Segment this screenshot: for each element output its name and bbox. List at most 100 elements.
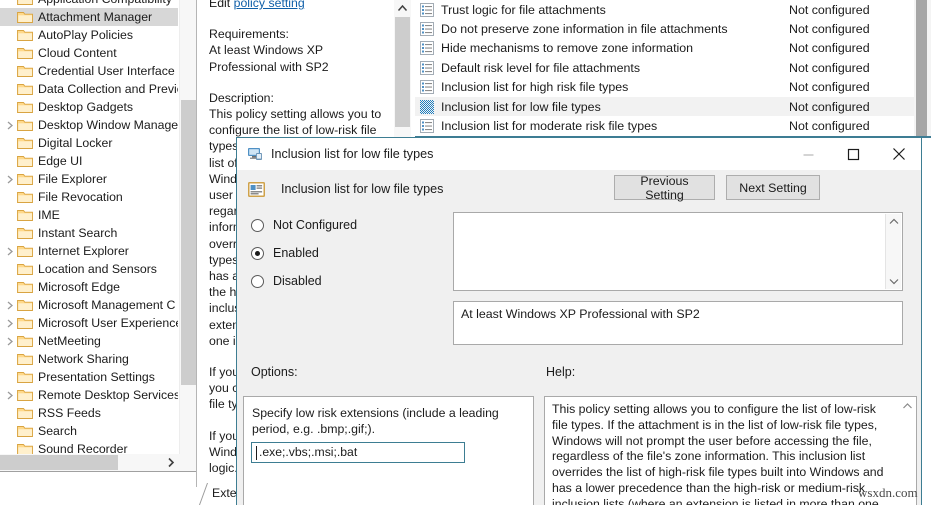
tree-vertical-scrollbar[interactable]: [179, 0, 196, 470]
edit-policy-setting-link[interactable]: policy setting: [234, 0, 305, 10]
folder-icon: [17, 263, 34, 276]
tree-item-label: IME: [38, 208, 60, 222]
policy-name: Do not preserve zone information in file…: [441, 22, 728, 37]
policy-row[interactable]: Do not preserve zone information in file…: [415, 19, 931, 38]
tree-item-rss-feeds[interactable]: RSS Feeds: [0, 404, 178, 422]
chevron-up-icon[interactable]: [394, 0, 411, 17]
folder-icon: [17, 281, 34, 294]
chevron-up-icon[interactable]: [899, 399, 916, 414]
tree-item-attachment-manager[interactable]: Attachment Manager: [0, 8, 178, 26]
policy-state: Not configured: [789, 41, 870, 56]
tree-item-search[interactable]: Search: [0, 422, 178, 440]
tree-item-label: RSS Feeds: [38, 406, 101, 420]
radio-enabled[interactable]: Enabled: [251, 239, 401, 267]
tree-item-netmeeting[interactable]: NetMeeting: [0, 332, 178, 350]
radio-disabled[interactable]: Disabled: [251, 267, 401, 295]
tree-item-ime[interactable]: IME: [0, 206, 178, 224]
folder-icon: [17, 299, 34, 312]
policy-name: Trust logic for file attachments: [441, 2, 606, 17]
low-risk-extensions-input[interactable]: .exe;.vbs;.msi;.bat: [251, 442, 465, 463]
tree-item-location-and-sensors[interactable]: Location and Sensors: [0, 260, 178, 278]
dialog-title-bar[interactable]: Inclusion list for low file types: [237, 138, 921, 170]
tree-item-microsoft-edge[interactable]: Microsoft Edge: [0, 278, 178, 296]
tree-list[interactable]: Application Compatibility Attachment Mana…: [0, 0, 178, 476]
tree-item-microsoft-user-experience[interactable]: Microsoft User Experience: [0, 314, 178, 332]
expand-chevron-icon[interactable]: [2, 121, 17, 130]
options-panel: Specify low risk extensions (include a l…: [243, 396, 534, 505]
folder-icon: [17, 0, 34, 6]
tree-item-internet-explorer[interactable]: Internet Explorer: [0, 242, 178, 260]
policy-settings-list[interactable]: Trust logic for file attachments Not conf…: [415, 0, 931, 136]
policy-row[interactable]: Inclusion list for moderate risk file ty…: [415, 116, 931, 135]
tree-item-presentation-settings[interactable]: Presentation Settings: [0, 368, 178, 386]
tree-item-cloud-content[interactable]: Cloud Content: [0, 44, 178, 62]
radio-label: Enabled: [273, 246, 319, 260]
policy-list-scrollbar[interactable]: [914, 0, 931, 136]
radio-indicator[interactable]: [251, 274, 264, 288]
group-policy-tree-pane[interactable]: Application Compatibility Attachment Mana…: [0, 0, 196, 487]
tree-item-microsoft-management-c[interactable]: Microsoft Management C: [0, 296, 178, 314]
radio-indicator[interactable]: [251, 218, 264, 232]
tree-item-network-sharing[interactable]: Network Sharing: [0, 350, 178, 368]
tree-item-instant-search[interactable]: Instant Search: [0, 224, 178, 242]
expand-chevron-icon[interactable]: [2, 319, 17, 328]
tree-horizontal-scrollbar[interactable]: [0, 454, 196, 471]
policy-row[interactable]: Hide mechanisms to remove zone informati…: [415, 39, 931, 58]
tree-pane-splitter[interactable]: [196, 0, 199, 487]
tree-item-desktop-gadgets[interactable]: Desktop Gadgets: [0, 98, 178, 116]
policy-row[interactable]: Trust logic for file attachments Not conf…: [415, 0, 931, 19]
chevron-up-icon[interactable]: [886, 214, 902, 230]
window-controls[interactable]: [786, 138, 921, 170]
tree-item-desktop-window-manager[interactable]: Desktop Window Manager: [0, 116, 178, 134]
policy-row[interactable]: Inclusion list for low file types Not con…: [415, 96, 931, 117]
maximize-button[interactable]: [831, 138, 876, 170]
tree-item-label: Network Sharing: [38, 352, 129, 366]
tree-hscroll-thumb[interactable]: [0, 455, 118, 470]
tree-item-edge-ui[interactable]: Edge UI: [0, 152, 178, 170]
folder-icon: [17, 83, 34, 96]
radio-not-configured[interactable]: Not Configured: [251, 211, 401, 239]
radio-indicator[interactable]: [251, 246, 264, 260]
tree-item-remote-desktop-services[interactable]: Remote Desktop Services: [0, 386, 178, 404]
expand-chevron-icon[interactable]: [2, 247, 17, 256]
tree-item-label: Data Collection and Previe: [38, 82, 178, 96]
tree-item-data-collection-and-previe[interactable]: Data Collection and Previe: [0, 80, 178, 98]
description-scroll-thumb[interactable]: [395, 17, 410, 127]
folder-icon: [17, 191, 34, 204]
tree-scroll-thumb[interactable]: [181, 100, 196, 385]
policy-state-radio-group[interactable]: Not Configured Enabled Disabled: [251, 211, 401, 295]
next-setting-button[interactable]: Next Setting: [726, 175, 820, 200]
tree-item-label: Digital Locker: [38, 136, 113, 150]
text-caret: [256, 446, 257, 460]
comment-scrollbar[interactable]: [885, 214, 901, 289]
chevron-right-icon[interactable]: [163, 454, 180, 471]
policy-row[interactable]: Default risk level for file attachments N…: [415, 58, 931, 77]
policy-setting-icon: [420, 22, 434, 37]
tree-item-file-explorer[interactable]: File Explorer: [0, 170, 178, 188]
comment-textarea[interactable]: [453, 212, 903, 291]
tree-item-credential-user-interface[interactable]: Credential User Interface: [0, 62, 178, 80]
expand-chevron-icon[interactable]: [2, 301, 17, 310]
policy-state: Not configured: [789, 60, 870, 75]
tree-item-label: Application Compatibility: [38, 0, 172, 6]
close-button[interactable]: [876, 138, 921, 170]
previous-setting-button[interactable]: Previous Setting: [614, 174, 715, 202]
edit-policy-line: Edit policy setting: [209, 0, 387, 11]
tab-extended[interactable]: Exte: [212, 486, 237, 500]
expand-chevron-icon[interactable]: [2, 391, 17, 400]
tree-item-autoplay-policies[interactable]: AutoPlay Policies: [0, 26, 178, 44]
policy-setting-dialog: Inclusion list for low file types Inclus…: [236, 137, 922, 505]
chevron-down-icon[interactable]: [886, 273, 902, 289]
expand-chevron-icon[interactable]: [2, 175, 17, 184]
tree-item-digital-locker[interactable]: Digital Locker: [0, 134, 178, 152]
tree-pane-bottom-edge: [0, 471, 196, 487]
expand-chevron-icon[interactable]: [2, 337, 17, 346]
options-label: Options:: [251, 365, 298, 379]
policy-row[interactable]: Inclusion list for high risk file types N…: [415, 78, 931, 97]
policy-setting-icon: [420, 41, 434, 56]
dialog-header-title: Inclusion list for low file types: [281, 182, 444, 196]
policy-list-scroll-thumb[interactable]: [916, 0, 927, 136]
tree-item-application-compatibility[interactable]: Application Compatibility: [0, 0, 178, 8]
minimize-button[interactable]: [786, 138, 831, 170]
tree-item-file-revocation[interactable]: File Revocation: [0, 188, 178, 206]
